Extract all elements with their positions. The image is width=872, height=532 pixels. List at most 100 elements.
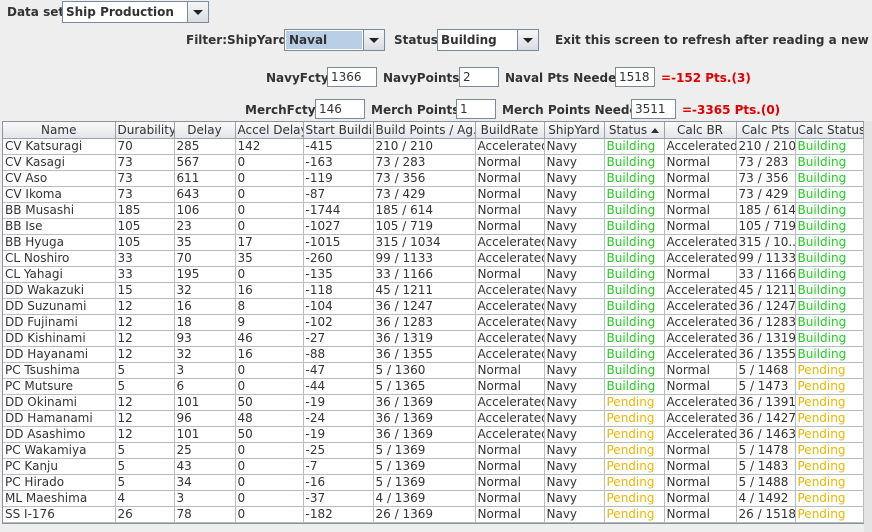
navy-fcty-field[interactable]: 1366: [327, 67, 377, 87]
cell-accel-delay: 50: [235, 426, 304, 443]
cell-delay: 78: [174, 506, 236, 523]
cell-shipyard: Navy: [544, 170, 605, 187]
cell-status: Pending: [604, 474, 665, 491]
cell-delay: 16: [174, 298, 236, 315]
cell-calc-status: Building: [795, 186, 864, 203]
column-header-calc-br[interactable]: Calc BR: [664, 122, 737, 139]
navy-fcty-label: NavyFcty:: [266, 71, 334, 85]
cell-durability: 185: [115, 202, 175, 219]
table-row[interactable]: DD Kishinami 12 93 46 -27 36 / 1319 Accelerate…: [3, 330, 864, 347]
merch-points-needed-field[interactable]: 3511: [631, 99, 676, 119]
cell-accel-delay: 16: [235, 282, 304, 299]
cell-status: Building: [604, 154, 665, 171]
table-row[interactable]: PC Hirado 5 34 0 -16 5 / 1369 Normal Navy Pendin…: [3, 474, 864, 491]
table-row[interactable]: CL Noshiro 33 70 35 -260 99 / 1133 Accelerated…: [3, 250, 864, 267]
table-row[interactable]: BB Musashi 185 106 0 -1744 185 / 614 Normal Nav…: [3, 202, 864, 219]
table-row[interactable]: CV Kasagi 73 567 0 -163 73 / 283 Normal Navy Bui…: [3, 154, 864, 171]
merch-fcty-field[interactable]: 146: [315, 99, 365, 119]
cell-start-building: -102: [303, 314, 374, 331]
merch-result: =-3365 Pts.(0): [682, 103, 781, 117]
cell-shipyard: Navy: [544, 362, 605, 379]
status-select[interactable]: Building: [437, 29, 539, 51]
column-header-status[interactable]: Status: [604, 122, 665, 139]
table-row[interactable]: CL Yahagi 33 195 0 -135 33 / 1166 Normal Navy Bu…: [3, 266, 864, 283]
table-row[interactable]: BB Ise 105 23 0 -1027 105 / 719 Normal Navy Buil…: [3, 218, 864, 235]
cell-accel-delay: 0: [235, 186, 304, 203]
chevron-down-icon[interactable]: [517, 30, 538, 50]
table-row[interactable]: PC Wakamiya 5 25 0 -25 5 / 1369 Normal Navy Pend…: [3, 442, 864, 459]
cell-calc-br: Normal: [664, 378, 737, 395]
cell-name: PC Hirado: [3, 474, 116, 491]
cell-shipyard: Navy: [544, 234, 605, 251]
cell-buildrate: Accelerated: [475, 138, 545, 155]
cell-delay: 3: [174, 490, 236, 507]
table-row[interactable]: PC Tsushima 5 3 0 -47 5 / 1360 Normal Navy Build…: [3, 362, 864, 379]
column-header-calc-status[interactable]: Calc Status: [795, 122, 864, 139]
table-row[interactable]: DD Fujinami 12 18 9 -102 36 / 1283 Accelerated…: [3, 314, 864, 331]
cell-calc-br: Normal: [664, 506, 737, 523]
cell-build-points: 36 / 1369: [373, 426, 476, 443]
table-row[interactable]: CV Aso 73 611 0 -119 73 / 356 Normal Navy Buildi…: [3, 170, 864, 187]
cell-accel-delay: 0: [235, 218, 304, 235]
cell-calc-status: Pending: [795, 490, 864, 507]
cell-name: CV Kasagi: [3, 154, 116, 171]
cell-status: Pending: [604, 458, 665, 475]
cell-delay: 101: [174, 394, 236, 411]
column-header-delay[interactable]: Delay: [174, 122, 236, 139]
chevron-down-icon[interactable]: [363, 30, 384, 50]
table-row[interactable]: DD Asashimo 12 101 50 -19 36 / 1369 Accelerate…: [3, 426, 864, 443]
column-header-start-building[interactable]: Start Buildi...: [303, 122, 374, 139]
cell-calc-pts: 36 / 1355: [736, 346, 796, 363]
cell-shipyard: Navy: [544, 442, 605, 459]
table-scrollbar[interactable]: [864, 121, 872, 532]
cell-durability: 4: [115, 490, 175, 507]
shipyard-select-value: Naval: [286, 31, 362, 49]
table-row[interactable]: DD Wakazuki 15 32 16 -118 45 / 1211 Accelerate…: [3, 282, 864, 299]
refresh-notice: Exit this screen to refresh after readin…: [555, 33, 872, 47]
cell-status: Pending: [604, 426, 665, 443]
table-row[interactable]: CV Ikoma 73 643 0 -87 73 / 429 Normal Navy Build…: [3, 186, 864, 203]
cell-delay: 3: [174, 362, 236, 379]
naval-pts-needed-field[interactable]: 1518: [615, 67, 655, 87]
table-row[interactable]: PC Mutsure 5 6 0 -44 5 / 1365 Normal Navy Buildi…: [3, 378, 864, 395]
cell-shipyard: Navy: [544, 202, 605, 219]
column-header-accel-delay[interactable]: Accel Delay: [235, 122, 304, 139]
cell-durability: 5: [115, 378, 175, 395]
cell-shipyard: Navy: [544, 138, 605, 155]
status-label: Status:: [394, 33, 443, 47]
table-row[interactable]: DD Okinami 12 101 50 -19 36 / 1369 Accelerated…: [3, 394, 864, 411]
column-header-shipyard[interactable]: ShipYard: [544, 122, 605, 139]
ship-production-table[interactable]: Name Durability Delay Accel Delay Start …: [2, 121, 864, 524]
cell-calc-status: Building: [795, 314, 864, 331]
cell-calc-br: Accelerated: [664, 234, 737, 251]
table-row[interactable]: PC Kanju 5 43 0 -7 5 / 1369 Normal Navy Pending N…: [3, 458, 864, 475]
table-row[interactable]: BB Hyuga 105 35 17 -1015 315 / 1034 Accelerate…: [3, 234, 864, 251]
cell-shipyard: Navy: [544, 346, 605, 363]
cell-durability: 12: [115, 410, 175, 427]
column-header-buildrate[interactable]: BuildRate: [475, 122, 545, 139]
cell-build-points: 185 / 614: [373, 202, 476, 219]
chevron-down-icon[interactable]: [187, 2, 208, 22]
cell-status: Building: [604, 298, 665, 315]
table-row[interactable]: DD Hamanami 12 96 48 -24 36 / 1369 Accelerated…: [3, 410, 864, 427]
dataset-select[interactable]: Ship Production: [62, 1, 209, 23]
cell-calc-status: Pending: [795, 410, 864, 427]
shipyard-select[interactable]: Naval: [284, 29, 385, 51]
table-row[interactable]: CV Katsuragi 70 285 142 -415 210 / 210 Acceler…: [3, 138, 864, 155]
table-row[interactable]: SS I-176 26 78 0 -182 26 / 1369 Normal Navy Pend…: [3, 506, 864, 523]
cell-start-building: -260: [303, 250, 374, 267]
cell-delay: 23: [174, 218, 236, 235]
status-select-value: Building: [441, 33, 497, 47]
table-row[interactable]: DD Hayanami 12 32 16 -88 36 / 1355 Accelerated…: [3, 346, 864, 363]
column-header-calc-pts[interactable]: Calc Pts: [736, 122, 796, 139]
table-row[interactable]: DD Suzunami 12 16 8 -104 36 / 1247 Accelerated…: [3, 298, 864, 315]
cell-shipyard: Navy: [544, 330, 605, 347]
table-row[interactable]: ML Maeshima 4 3 0 -37 4 / 1369 Normal Navy Pendi…: [3, 490, 864, 507]
column-header-name[interactable]: Name: [3, 122, 116, 139]
cell-durability: 12: [115, 426, 175, 443]
column-header-durability[interactable]: Durability: [115, 122, 175, 139]
navy-points-field[interactable]: 2: [459, 67, 499, 87]
cell-accel-delay: 0: [235, 154, 304, 171]
column-header-build-points[interactable]: Build Points / Ag...: [373, 122, 476, 139]
merch-points-field[interactable]: 1: [456, 99, 496, 119]
